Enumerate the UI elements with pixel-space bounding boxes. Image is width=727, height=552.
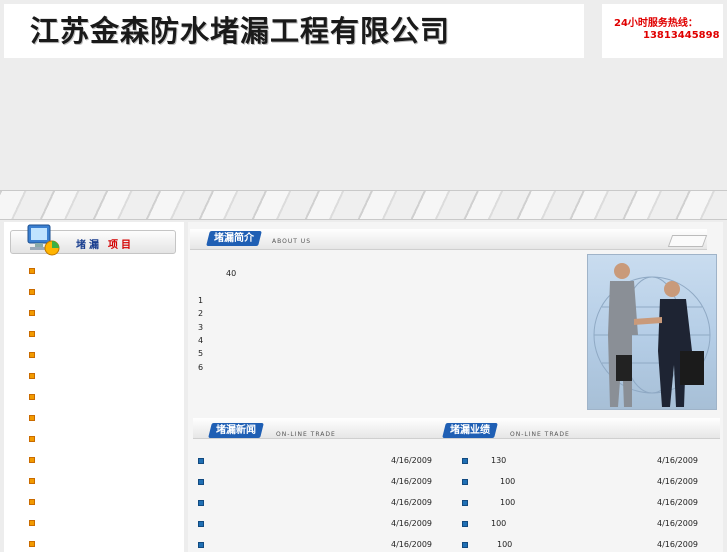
cases-bullet-icon: [462, 500, 468, 506]
tab-cases[interactable]: 堵漏业绩: [442, 423, 498, 438]
sidebar-title-suffix: 项目: [108, 240, 134, 251]
about-intro-number: 40: [226, 269, 237, 278]
about-list-item: 5: [198, 349, 204, 358]
about-header-bar: [190, 229, 707, 250]
about-list-item: 3: [198, 323, 204, 332]
company-name: 江苏金森防水堵漏工程有限公司: [30, 14, 451, 48]
sidebar-item-bullet-icon[interactable]: [29, 478, 35, 484]
cases-bullet-icon: [462, 479, 468, 485]
sidebar-item-bullet-icon[interactable]: [29, 268, 35, 274]
computer-icon: [27, 224, 60, 256]
sidebar-item-bullet-icon[interactable]: [29, 310, 35, 316]
cases-title[interactable]: 130: [491, 456, 506, 465]
sidebar-item-bullet-icon[interactable]: [29, 394, 35, 400]
about-list-item: 2: [198, 309, 204, 318]
sidebar-item-bullet-icon[interactable]: [29, 541, 35, 547]
news-date: 4/16/2009: [391, 477, 433, 486]
hotline-phone: 13813445898: [643, 30, 720, 41]
cases-date: 4/16/2009: [657, 498, 699, 507]
sidebar-item-bullet-icon[interactable]: [29, 436, 35, 442]
about-list-item: 4: [198, 336, 204, 345]
cases-title[interactable]: 100: [500, 477, 515, 486]
sidebar-title-prefix: 堵漏: [76, 240, 102, 251]
handshake-photo: [587, 254, 717, 410]
sidebar-item-bullet-icon[interactable]: [29, 499, 35, 505]
sidebar-item-bullet-icon[interactable]: [29, 331, 35, 337]
cases-bullet-icon: [462, 542, 468, 548]
sidebar-item-bullet-icon[interactable]: [29, 457, 35, 463]
news-bullet-icon: [198, 521, 204, 527]
news-date: 4/16/2009: [391, 456, 433, 465]
tab-about[interactable]: 堵漏简介: [206, 231, 262, 246]
news-date: 4/16/2009: [391, 498, 433, 507]
hotline-label: 24小时服务热线：: [614, 18, 698, 29]
news-date: 4/16/2009: [391, 519, 433, 528]
about-list-item: 1: [198, 296, 204, 305]
sidebar-item-bullet-icon[interactable]: [29, 520, 35, 526]
news-bullet-icon: [198, 500, 204, 506]
cases-date: 4/16/2009: [657, 477, 699, 486]
cases-title[interactable]: 100: [500, 498, 515, 507]
cases-date: 4/16/2009: [657, 456, 699, 465]
cases-bullet-icon: [462, 458, 468, 464]
about-subtitle: ABOUT US: [272, 238, 312, 245]
tab-news[interactable]: 堵漏新闻: [208, 423, 264, 438]
nav-band: [0, 190, 727, 220]
news-subtitle: ON-LINE TRADE: [276, 431, 336, 438]
sidebar-item-bullet-icon[interactable]: [29, 352, 35, 358]
cases-bullet-icon: [462, 521, 468, 527]
about-more-button[interactable]: [667, 235, 708, 247]
sidebar-item-bullet-icon[interactable]: [29, 373, 35, 379]
cases-date: 4/16/2009: [657, 519, 699, 528]
news-bullet-icon: [198, 458, 204, 464]
cases-title[interactable]: 100: [491, 519, 506, 528]
about-list-item: 6: [198, 363, 204, 372]
news-bullet-icon: [198, 479, 204, 485]
cases-subtitle: ON-LINE TRADE: [510, 431, 570, 438]
news-bullet-icon: [198, 542, 204, 548]
sidebar-item-bullet-icon[interactable]: [29, 415, 35, 421]
sidebar-item-bullet-icon[interactable]: [29, 289, 35, 295]
